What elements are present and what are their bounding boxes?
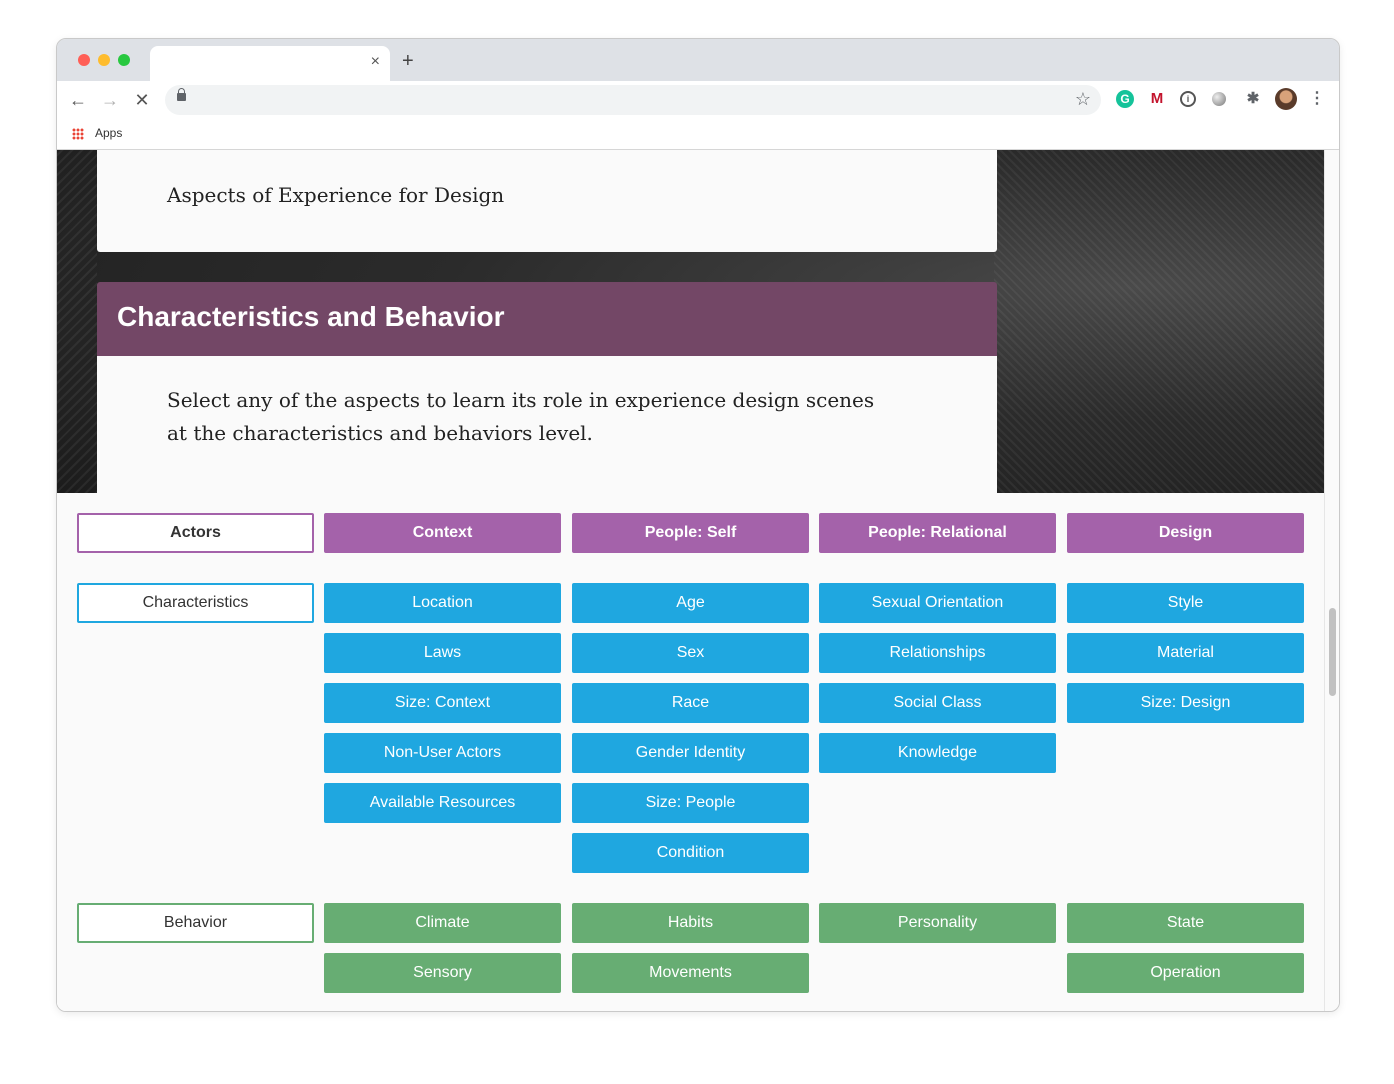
toolbar: ← → ✕ ☆ G M i ✱ ⋮: [57, 81, 1339, 119]
intro-card: Aspects of Experience for Design: [97, 150, 997, 252]
lock-icon: [177, 88, 186, 101]
scrollbar-thumb[interactable]: [1329, 608, 1336, 696]
stop-loading-icon[interactable]: ✕: [131, 89, 153, 111]
page-scrollbar[interactable]: [1324, 150, 1339, 1011]
aspect-condition-button[interactable]: Condition: [572, 833, 809, 873]
aspect-race-button[interactable]: Race: [572, 683, 809, 723]
characteristics-button[interactable]: Characteristics: [77, 583, 314, 623]
aspects-grid: Actors Context People: Self People: Relatio…: [57, 493, 1324, 1011]
aspect-non-user-actors-button[interactable]: Non-User Actors: [324, 733, 561, 773]
aspect-climate-button[interactable]: Climate: [324, 903, 561, 943]
back-icon[interactable]: ←: [67, 89, 89, 111]
section-header: Characteristics and Behavior: [97, 282, 997, 356]
circle-extension-icon[interactable]: [1212, 92, 1226, 106]
grammarly-extension-icon[interactable]: G: [1116, 90, 1134, 108]
aspect-sensory-button[interactable]: Sensory: [324, 953, 561, 993]
address-bar[interactable]: ☆: [165, 85, 1101, 115]
m-extension-icon[interactable]: M: [1148, 90, 1166, 108]
aspect-size-design-button[interactable]: Size: Design: [1067, 683, 1304, 723]
maximize-window-button[interactable]: [118, 54, 130, 66]
section-title: Characteristics and Behavior: [117, 301, 505, 332]
aspect-state-button[interactable]: State: [1067, 903, 1304, 943]
aspect-size-context-button[interactable]: Size: Context: [324, 683, 561, 723]
aspect-size-people-button[interactable]: Size: People: [572, 783, 809, 823]
bookmark-star-icon[interactable]: ☆: [1075, 89, 1091, 110]
hero-image-texture: [994, 150, 1324, 493]
forward-icon[interactable]: →: [99, 89, 121, 111]
browser-tab[interactable]: ×: [150, 46, 390, 81]
aspect-social-class-button[interactable]: Social Class: [819, 683, 1056, 723]
aspect-laws-button[interactable]: Laws: [324, 633, 561, 673]
info-extension-icon[interactable]: i: [1180, 91, 1196, 107]
section-card: Select any of the aspects to learn its r…: [97, 356, 997, 493]
aspect-gender-identity-button[interactable]: Gender Identity: [572, 733, 809, 773]
hero-image-texture: [57, 150, 97, 493]
header-people-self-button[interactable]: People: Self: [572, 513, 809, 553]
browser-window: × + ← → ✕ ☆ G M i ✱ ⋮ Apps Aspects of Ex…: [56, 38, 1340, 1012]
aspect-personality-button[interactable]: Personality: [819, 903, 1056, 943]
tab-close-icon[interactable]: ×: [371, 54, 380, 70]
section-description: Select any of the aspects to learn its r…: [167, 388, 875, 445]
header-people-relational-button[interactable]: People: Relational: [819, 513, 1056, 553]
bookmarks-bar: Apps: [57, 119, 1339, 150]
aspect-movements-button[interactable]: Movements: [572, 953, 809, 993]
apps-grid-icon[interactable]: [72, 128, 84, 140]
profile-avatar[interactable]: [1275, 88, 1297, 110]
aspect-knowledge-button[interactable]: Knowledge: [819, 733, 1056, 773]
aspect-location-button[interactable]: Location: [324, 583, 561, 623]
aspect-material-button[interactable]: Material: [1067, 633, 1304, 673]
header-context-button[interactable]: Context: [324, 513, 561, 553]
close-window-button[interactable]: [78, 54, 90, 66]
aspect-relationships-button[interactable]: Relationships: [819, 633, 1056, 673]
tab-strip: × +: [57, 39, 1339, 81]
behavior-button[interactable]: Behavior: [77, 903, 314, 943]
puzzle-extensions-icon[interactable]: ✱: [1244, 90, 1262, 108]
aspect-sex-button[interactable]: Sex: [572, 633, 809, 673]
aspect-sexual-orientation-button[interactable]: Sexual Orientation: [819, 583, 1056, 623]
aspect-habits-button[interactable]: Habits: [572, 903, 809, 943]
apps-bookmark[interactable]: Apps: [95, 126, 122, 140]
intro-card-text: Aspects of Experience for Design: [167, 183, 505, 207]
aspect-age-button[interactable]: Age: [572, 583, 809, 623]
minimize-window-button[interactable]: [98, 54, 110, 66]
aspect-style-button[interactable]: Style: [1067, 583, 1304, 623]
new-tab-button[interactable]: +: [402, 51, 414, 71]
page-content: Aspects of Experience for Design Charact…: [57, 150, 1324, 1011]
header-actors-button[interactable]: Actors: [77, 513, 314, 553]
menu-kebab-icon[interactable]: ⋮: [1308, 90, 1326, 108]
header-design-button[interactable]: Design: [1067, 513, 1304, 553]
aspect-available-resources-button[interactable]: Available Resources: [324, 783, 561, 823]
hero-background-image: Aspects of Experience for Design Charact…: [57, 150, 1324, 493]
aspect-operation-button[interactable]: Operation: [1067, 953, 1304, 993]
